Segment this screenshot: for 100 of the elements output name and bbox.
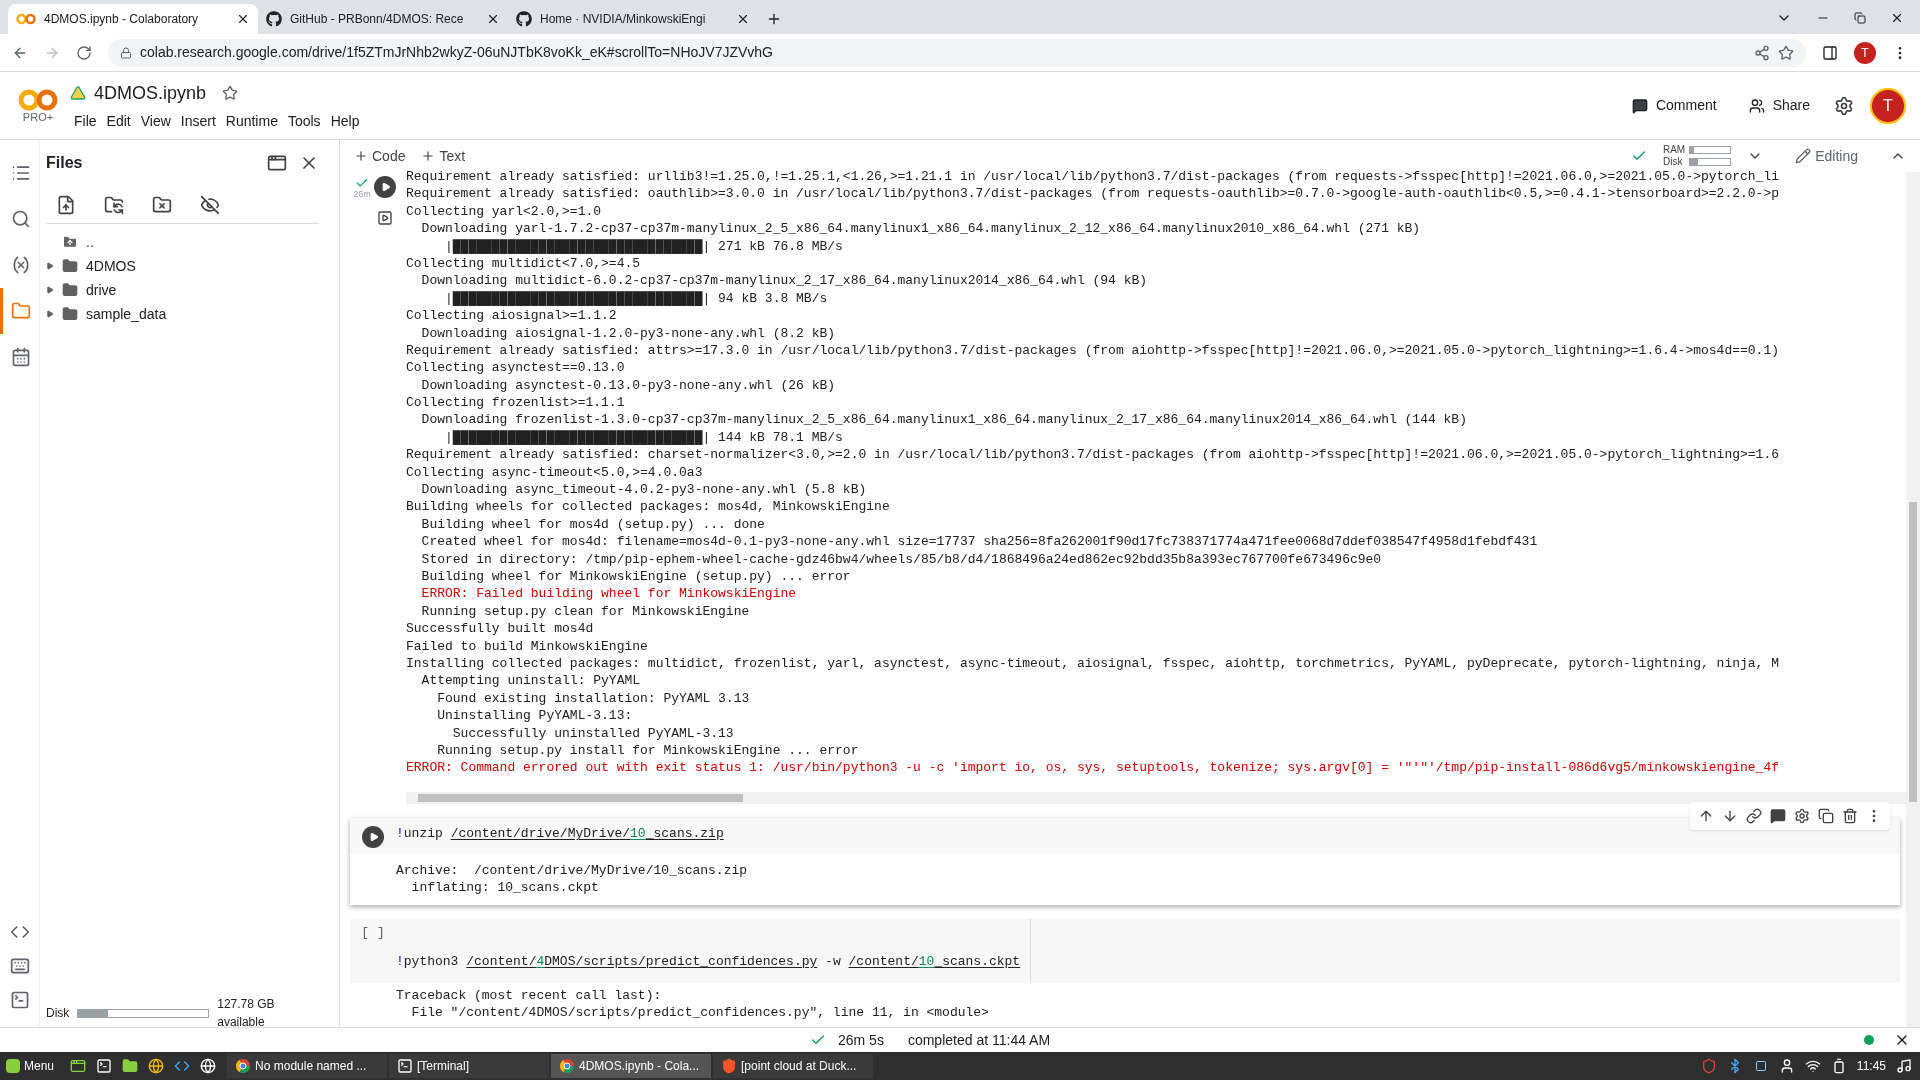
delete-icon[interactable]: [1842, 808, 1858, 824]
add-text-button[interactable]: Text: [421, 145, 466, 167]
unmount-drive-icon[interactable]: [152, 194, 172, 215]
reload-icon[interactable]: [76, 44, 92, 61]
table-of-contents-icon[interactable]: [11, 163, 31, 183]
share-icon[interactable]: [1754, 44, 1770, 61]
close-icon[interactable]: [736, 12, 750, 26]
output-line: |████████████████████████████████| 144 kB 78.1 MB/s: [444, 428, 844, 447]
horizontal-scrollbar[interactable]: [406, 792, 1906, 804]
code-editor-icon[interactable]: [174, 1058, 191, 1074]
close-icon[interactable]: [236, 12, 250, 26]
settings-icon[interactable]: [1834, 95, 1854, 116]
elapsed-time: 26m 5s: [838, 1030, 884, 1050]
taskbar-window[interactable]: 4DMOS.ipynb - Cola...: [551, 1054, 712, 1078]
calendar-icon[interactable]: [11, 347, 31, 367]
upload-icon[interactable]: [56, 194, 76, 215]
notebook-title[interactable]: 4DMOS.ipynb: [94, 79, 207, 107]
folder-icon[interactable]: [122, 1058, 139, 1074]
folder-icon: [62, 258, 78, 274]
shield-icon[interactable]: [1700, 1058, 1717, 1074]
link-icon[interactable]: [1746, 808, 1762, 824]
scrollbar-thumb[interactable]: [1909, 502, 1917, 802]
user-avatar[interactable]: T: [1870, 87, 1906, 124]
expand-caret-icon[interactable]: [46, 286, 54, 294]
profile-avatar[interactable]: T: [1854, 41, 1876, 64]
menu-item[interactable]: Tools: [283, 110, 325, 132]
sound-icon[interactable]: [1896, 1058, 1912, 1074]
url-text: colab.research.google.com/drive/1f5ZTmJrNhb2wkyZ-06uNJTbK8voKk_eK#scrollTo=NHoJV7JZVvhG: [140, 43, 774, 62]
keyboard-icon[interactable]: [9, 956, 30, 976]
output-line: ERROR: Failed building wheel for MinkowskiEngine: [420, 585, 798, 603]
menu-item[interactable]: View: [136, 110, 175, 132]
close-icon[interactable]: [1890, 11, 1904, 25]
desktop-icon[interactable]: [70, 1058, 87, 1074]
hidden-files-icon[interactable]: [200, 194, 220, 215]
file-tree-row[interactable]: sample_data: [46, 302, 319, 326]
browser-icon[interactable]: [148, 1058, 165, 1074]
output-line: Traceback (most recent call last):: [396, 986, 663, 1005]
restore-icon[interactable]: [1854, 12, 1866, 24]
bookmark-icon[interactable]: [1778, 44, 1794, 61]
folder-icon[interactable]: [11, 301, 31, 321]
editing-mode-button[interactable]: Editing: [1795, 145, 1858, 167]
run-button[interactable]: [374, 176, 396, 198]
menu-item[interactable]: Edit: [102, 110, 135, 132]
output-actions-icon[interactable]: [377, 210, 393, 226]
output-line: inflating: 10_scans.ckpt: [410, 879, 600, 897]
browser-tab[interactable]: Home · NVIDIA/MinkowskiEngi: [508, 4, 758, 34]
variables-icon[interactable]: [11, 255, 31, 275]
new-tab-icon[interactable]: [766, 11, 782, 27]
terminal-icon[interactable]: [9, 990, 30, 1010]
menu-item[interactable]: File: [70, 110, 101, 132]
window-title: No module named ...: [255, 1058, 367, 1075]
settings-icon[interactable]: [1794, 808, 1810, 824]
lock-icon[interactable]: [120, 46, 132, 59]
browser-tab[interactable]: GitHub - PRBonn/4DMOS: Rece: [258, 4, 508, 34]
browser-tab[interactable]: 4DMOS.ipynb - Colaboratory: [8, 4, 258, 34]
clock[interactable]: 11:45: [1856, 1057, 1886, 1075]
taskbar-window[interactable]: No module named ...: [227, 1054, 388, 1078]
run-button[interactable]: [362, 826, 384, 848]
mirror-icon[interactable]: [1818, 808, 1834, 824]
terminal-icon: [397, 1058, 414, 1074]
search-icon[interactable]: [11, 209, 31, 229]
output-line: Attempting uninstall: PyYAML: [420, 672, 642, 690]
start-menu-button[interactable]: Menu: [0, 1052, 61, 1080]
github-icon: [266, 11, 282, 27]
add-code-button[interactable]: Code: [354, 145, 406, 167]
status-message: completed at 11:44 AM: [907, 1030, 1051, 1050]
globe-icon[interactable]: [200, 1058, 217, 1074]
taskbar-window[interactable]: [point cloud at Duck...: [713, 1054, 874, 1078]
play-icon: [368, 832, 379, 842]
output-line: Stored in directory: /tmp/pip-ephem-wheel-cache-gdz46bw4/wheels/85/b8/d4/1868496a24ed862ec92bdd35b8a393ec767700fe673496c9e0: [420, 550, 1383, 568]
output-line: ERROR: Command errored out with exit status 1: /usr/bin/python3 -u -c 'import io, os, sys, setuptools, tokenize; sys.argv[0] = '"'"'/tmp/pip-install-086d6vg5/minkowskiengine_4f: [406, 759, 1781, 777]
refresh-folder-icon[interactable]: [104, 194, 124, 215]
wifi-icon[interactable]: [1804, 1058, 1821, 1074]
expand-caret-icon[interactable]: [46, 262, 54, 270]
vertical-scrollbar[interactable]: [1906, 172, 1920, 1027]
menu-item[interactable]: Help: [326, 110, 364, 132]
star-icon[interactable]: [222, 85, 239, 101]
file-tree-row[interactable]: 4DMOS: [46, 254, 319, 278]
menu-item[interactable]: Runtime: [221, 110, 282, 132]
open-in-tab-icon[interactable]: [267, 153, 287, 173]
side-panel-icon[interactable]: [1822, 44, 1838, 61]
plan-label: PRO+: [22, 112, 54, 123]
address-bar[interactable]: colab.research.google.com/drive/1f5ZTmJrNhb2wkyZ-06uNJTbK8voKk_eK#scrollTo=NHoJV7JZVvhG: [108, 38, 1806, 67]
scrollbar-thumb[interactable]: [418, 794, 743, 802]
plus-icon: [354, 149, 368, 163]
code-line[interactable]: !python3 /content/4DMOS/scripts/predict_confidences.py -w /content/10_scans.ckpt: [396, 952, 1021, 971]
file-tree-row[interactable]: ..: [46, 230, 319, 254]
comment-button[interactable]: Comment: [1619, 95, 1729, 116]
close-icon[interactable]: [486, 12, 500, 26]
expand-caret-icon[interactable]: [46, 310, 54, 318]
file-tree-row[interactable]: drive: [46, 278, 319, 302]
move-down-icon[interactable]: [1722, 808, 1738, 824]
taskbar-window[interactable]: [Terminal]: [389, 1054, 550, 1078]
comment-icon[interactable]: [1770, 808, 1786, 824]
move-up-icon[interactable]: [1698, 808, 1714, 824]
share-button[interactable]: Share: [1736, 95, 1822, 116]
output-line: Collecting asynctest==0.13.0: [406, 359, 626, 377]
terminal-icon[interactable]: [96, 1058, 113, 1074]
menu-item[interactable]: Insert: [176, 110, 220, 132]
output-line: Downloading asynctest-0.13.0-py3-none-any.whl (26 kB): [420, 376, 837, 395]
